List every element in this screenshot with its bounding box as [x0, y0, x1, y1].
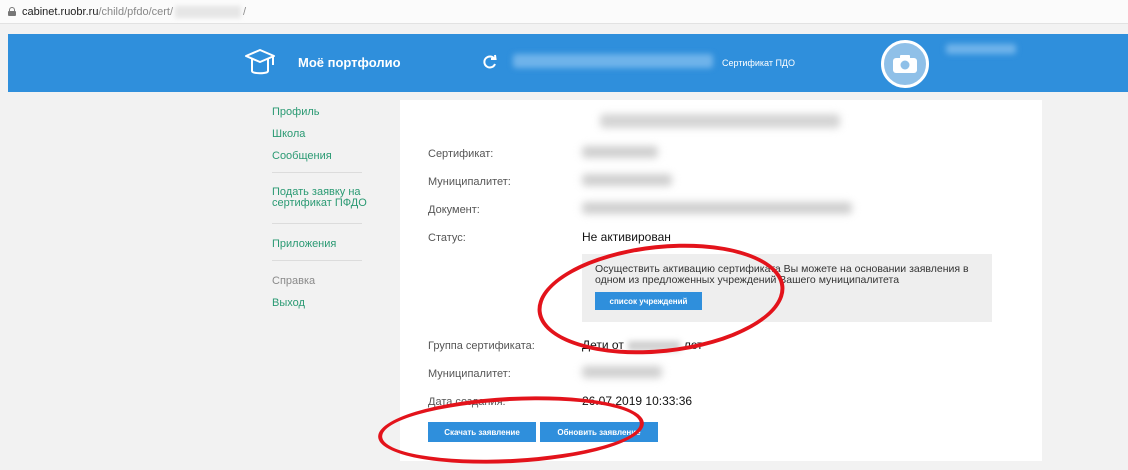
sidebar-item-profile[interactable]: Профиль: [272, 106, 390, 118]
sidebar-item-logout[interactable]: Выход: [272, 297, 390, 309]
document-label: Документ:: [428, 204, 480, 216]
app-header: Моё портфолио Сертификат ПДО: [8, 34, 1128, 92]
certificate-pdo-link[interactable]: Сертификат ПДО: [722, 58, 795, 68]
group-label: Группа сертификата:: [428, 340, 535, 352]
url-redacted: [175, 5, 242, 18]
certificate-label: Сертификат:: [428, 148, 494, 160]
status-label: Статус:: [428, 232, 466, 244]
app-title[interactable]: Моё портфолио: [298, 55, 401, 70]
lock-icon: [8, 7, 16, 16]
sidebar-item-help[interactable]: Справка: [272, 275, 390, 287]
sidebar: Профиль Школа Сообщения Подать заявку на…: [272, 106, 390, 319]
sidebar-divider: [272, 172, 362, 173]
sidebar-item-school[interactable]: Школа: [272, 128, 390, 140]
municipality-label: Муниципалитет:: [428, 176, 511, 188]
certificate-value-redacted: [582, 146, 658, 158]
graduation-cap-icon: [245, 49, 275, 75]
sidebar-item-messages[interactable]: Сообщения: [272, 150, 390, 162]
sidebar-item-apps[interactable]: Приложения: [272, 238, 390, 250]
sidebar-divider: [272, 260, 362, 261]
document-value-redacted: [582, 202, 852, 214]
card-title-redacted: [600, 114, 840, 128]
status-value: Не активирован: [582, 230, 671, 244]
camera-icon: [893, 55, 917, 73]
address-bar[interactable]: cabinet.ruobr.ru /child/pfdo/cert/ /: [0, 0, 1128, 24]
url-host: cabinet.ruobr.ru: [22, 5, 99, 18]
username-redacted: [946, 44, 1016, 54]
municipality2-value-redacted: [582, 366, 662, 378]
url-path: /child/pfdo/cert/: [98, 5, 174, 18]
sidebar-divider: [272, 223, 362, 224]
refresh-icon[interactable]: [482, 54, 498, 70]
sidebar-item-apply-pfdo[interactable]: Подать заявку на сертификат ПФДО: [272, 187, 382, 209]
municipality-value-redacted: [582, 174, 672, 186]
url-suffix: /: [243, 5, 247, 18]
municipality2-label: Муниципалитет:: [428, 368, 511, 380]
header-redacted: [513, 54, 713, 68]
